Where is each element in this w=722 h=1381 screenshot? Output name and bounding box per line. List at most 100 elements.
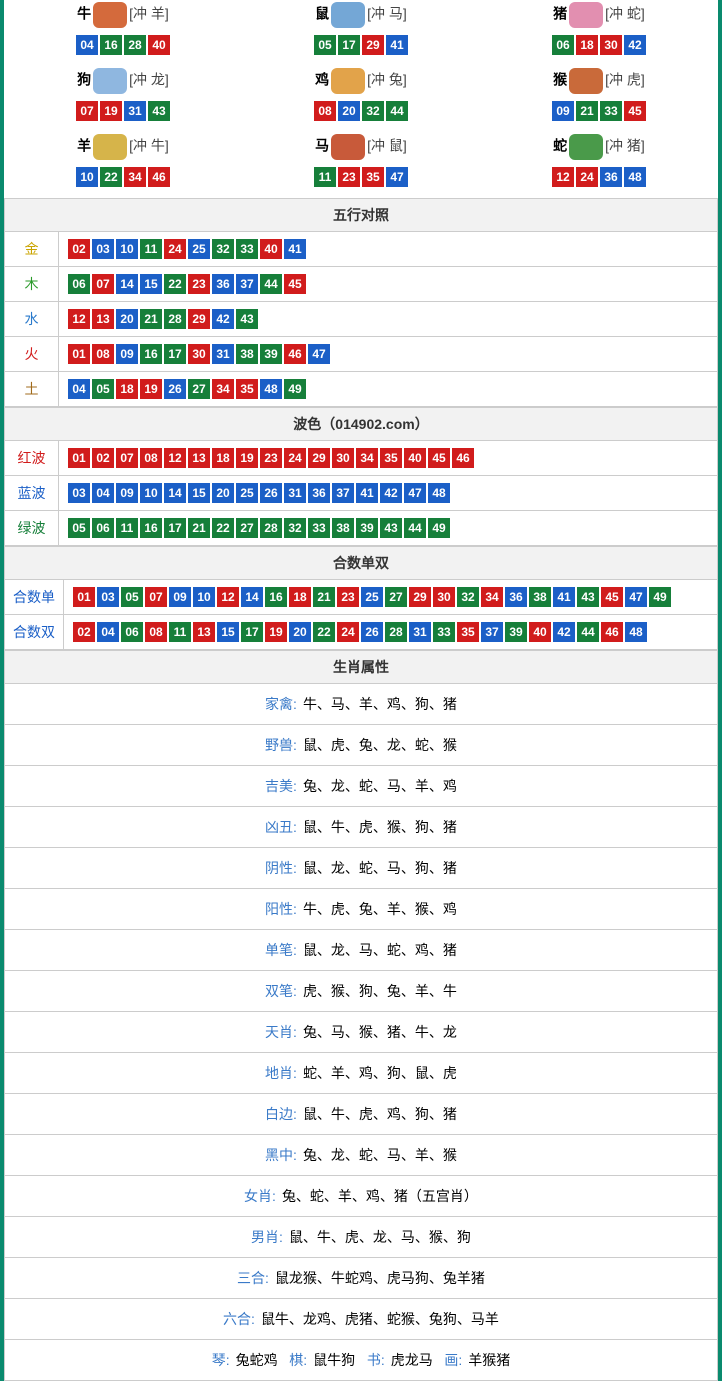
ball-39: 39 — [356, 518, 378, 538]
ball-24: 24 — [284, 448, 306, 468]
ball-19: 19 — [236, 448, 258, 468]
row-balls: 05061116172122272832333839434449 — [59, 511, 718, 546]
qin-k2: 棋: — [289, 1352, 307, 1368]
qin-v1: 兔蛇鸡 — [236, 1352, 278, 1368]
attr-val: 鼠、牛、虎、鸡、狗、猪 — [303, 1106, 457, 1122]
ball-12: 12 — [68, 309, 90, 329]
row-label-绿波: 绿波 — [5, 511, 59, 546]
attr-row: 六合:鼠牛、龙鸡、虎猪、蛇猴、兔狗、马羊 — [5, 1299, 718, 1340]
ball-35: 35 — [236, 379, 258, 399]
ball-28: 28 — [385, 622, 407, 642]
wuxing-header: 五行对照 — [5, 199, 718, 232]
zodiac-cell-牛: 牛[冲 羊]04162840 — [4, 0, 242, 66]
ball-34: 34 — [212, 379, 234, 399]
ball-43: 43 — [148, 101, 170, 121]
zodiac-balls: 12243648 — [486, 166, 712, 188]
ball-38: 38 — [236, 344, 258, 364]
ball-30: 30 — [188, 344, 210, 364]
attr-key: 单笔: — [265, 942, 297, 958]
ball-35: 35 — [457, 622, 479, 642]
ball-40: 40 — [148, 35, 170, 55]
ball-27: 27 — [236, 518, 258, 538]
qin-v3: 虎龙马 — [391, 1352, 433, 1368]
ball-15: 15 — [188, 483, 210, 503]
attr-key: 女肖: — [244, 1188, 276, 1204]
row-label-合数双: 合数双 — [5, 615, 64, 650]
attr-key: 阳性: — [265, 901, 297, 917]
ball-18: 18 — [116, 379, 138, 399]
ball-44: 44 — [404, 518, 426, 538]
ball-41: 41 — [356, 483, 378, 503]
ball-36: 36 — [308, 483, 330, 503]
ball-35: 35 — [362, 167, 384, 187]
ball-43: 43 — [380, 518, 402, 538]
ball-21: 21 — [188, 518, 210, 538]
row-balls: 06071415222336374445 — [59, 267, 718, 302]
ball-11: 11 — [140, 239, 162, 259]
ball-08: 08 — [92, 344, 114, 364]
zodiac-name: 羊 — [77, 138, 91, 154]
zodiac-conflict: [冲 龙] — [129, 72, 169, 88]
ball-48: 48 — [260, 379, 282, 399]
ball-06: 06 — [68, 274, 90, 294]
row-label-合数单: 合数单 — [5, 580, 64, 615]
ball-45: 45 — [624, 101, 646, 121]
ball-25: 25 — [188, 239, 210, 259]
ball-31: 31 — [124, 101, 146, 121]
wuxing-table: 五行对照 金02031011242532334041木0607141522233… — [4, 198, 718, 407]
ball-04: 04 — [68, 379, 90, 399]
attr-val: 兔、龙、蛇、马、羊、猴 — [303, 1147, 457, 1163]
ball-16: 16 — [265, 587, 287, 607]
attr-key: 家禽: — [265, 696, 297, 712]
ball-11: 11 — [169, 622, 191, 642]
ball-49: 49 — [284, 379, 306, 399]
zodiac-conflict: [冲 猪] — [605, 138, 645, 154]
ball-02: 02 — [73, 622, 95, 642]
ball-13: 13 — [92, 309, 114, 329]
ball-30: 30 — [332, 448, 354, 468]
ball-21: 21 — [313, 587, 335, 607]
attr-val: 兔、马、猴、猪、牛、龙 — [303, 1024, 457, 1040]
ball-42: 42 — [212, 309, 234, 329]
attr-key: 六合: — [223, 1311, 255, 1327]
zodiac-balls: 04162840 — [10, 34, 236, 56]
ball-19: 19 — [265, 622, 287, 642]
ball-29: 29 — [409, 587, 431, 607]
ball-02: 02 — [68, 239, 90, 259]
qin-k3: 书: — [367, 1352, 385, 1368]
row-label-木: 木 — [5, 267, 59, 302]
attr-row: 双笔:虎、猴、狗、兔、羊、牛 — [5, 971, 718, 1012]
row-balls: 04051819262734354849 — [59, 372, 718, 407]
attr-key: 男肖: — [251, 1229, 283, 1245]
ball-18: 18 — [576, 35, 598, 55]
ball-46: 46 — [452, 448, 474, 468]
attr-row: 女肖: 兔、蛇、羊、鸡、猪（五宫肖） — [5, 1176, 718, 1217]
ball-14: 14 — [164, 483, 186, 503]
zodiac-conflict: [冲 蛇] — [605, 6, 645, 22]
attr-row: 凶丑:鼠、牛、虎、猴、狗、猪 — [5, 807, 718, 848]
zodiac-conflict: [冲 羊] — [129, 6, 169, 22]
row-balls: 02031011242532334041 — [59, 232, 718, 267]
ball-49: 49 — [649, 587, 671, 607]
ball-05: 05 — [314, 35, 336, 55]
ball-33: 33 — [308, 518, 330, 538]
ball-27: 27 — [188, 379, 210, 399]
zodiac-icon-猴 — [569, 68, 603, 94]
ball-24: 24 — [576, 167, 598, 187]
ball-06: 06 — [121, 622, 143, 642]
ball-22: 22 — [100, 167, 122, 187]
ball-17: 17 — [164, 518, 186, 538]
ball-42: 42 — [624, 35, 646, 55]
ball-29: 29 — [308, 448, 330, 468]
attr-val: 兔、龙、蛇、马、羊、鸡 — [303, 778, 457, 794]
ball-35: 35 — [380, 448, 402, 468]
ball-44: 44 — [386, 101, 408, 121]
ball-46: 46 — [148, 167, 170, 187]
attr-val: 兔、蛇、羊、鸡、猪（五宫肖） — [282, 1188, 478, 1204]
ball-32: 32 — [457, 587, 479, 607]
qin-v2: 鼠牛狗 — [313, 1352, 355, 1368]
zodiac-balls: 11233547 — [248, 166, 474, 188]
ball-36: 36 — [212, 274, 234, 294]
zodiac-conflict: [冲 鼠] — [367, 138, 407, 154]
ball-26: 26 — [361, 622, 383, 642]
